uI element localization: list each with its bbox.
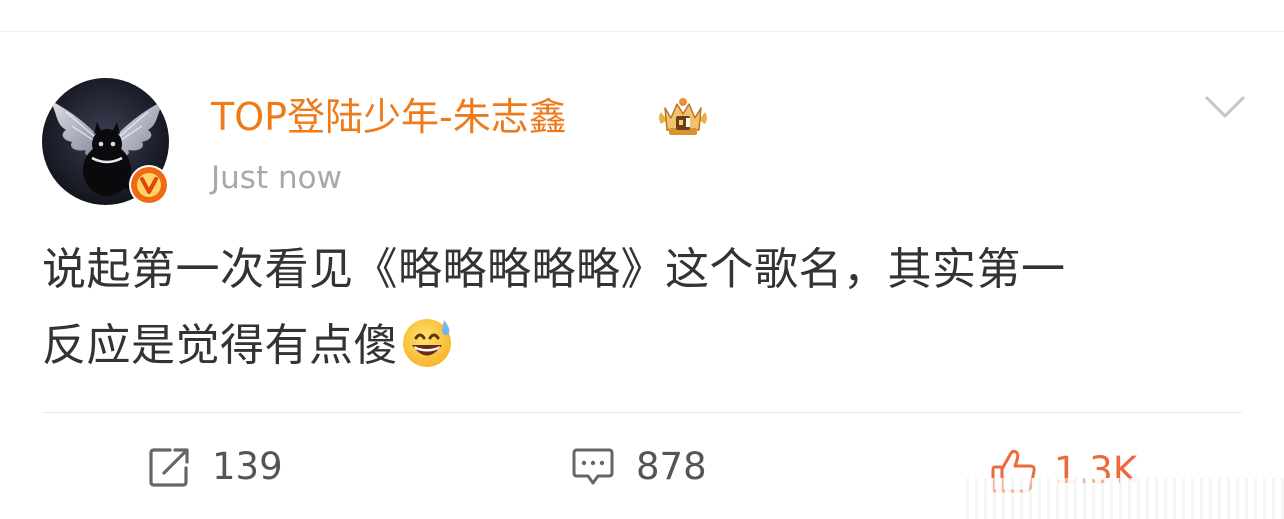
author-name[interactable]: TOP登陆少年-朱志鑫 (211, 91, 567, 143)
action-bar-divider (42, 412, 1242, 413)
top-divider (0, 31, 1284, 32)
comment-icon (572, 447, 614, 487)
chevron-down-icon[interactable] (1204, 92, 1246, 122)
post-text-line: 说起第一次看见《略略略略略》这个歌名，其实第一 (42, 244, 1066, 295)
repost-icon (148, 446, 190, 488)
post-text: 说起第一次看见《略略略略略》这个歌名，其实第一 反应是觉得有点傻 (42, 232, 1242, 384)
repost-button[interactable]: 139 (148, 440, 283, 494)
comment-button[interactable]: 878 (572, 440, 707, 494)
post-text-segment: 反应是觉得有点傻 (42, 320, 398, 371)
verified-badge (129, 165, 169, 205)
bottom-fade-overlay (960, 478, 1284, 519)
grinning-sweat-emoji-icon (400, 314, 456, 370)
repost-count: 139 (212, 445, 283, 488)
comment-count: 878 (636, 445, 707, 488)
crown-member-icon[interactable] (655, 94, 711, 140)
orange-v-verified-icon (131, 167, 167, 203)
post-timestamp: Just now (211, 160, 342, 196)
post-text-line: 反应是觉得有点傻 (42, 308, 1242, 384)
